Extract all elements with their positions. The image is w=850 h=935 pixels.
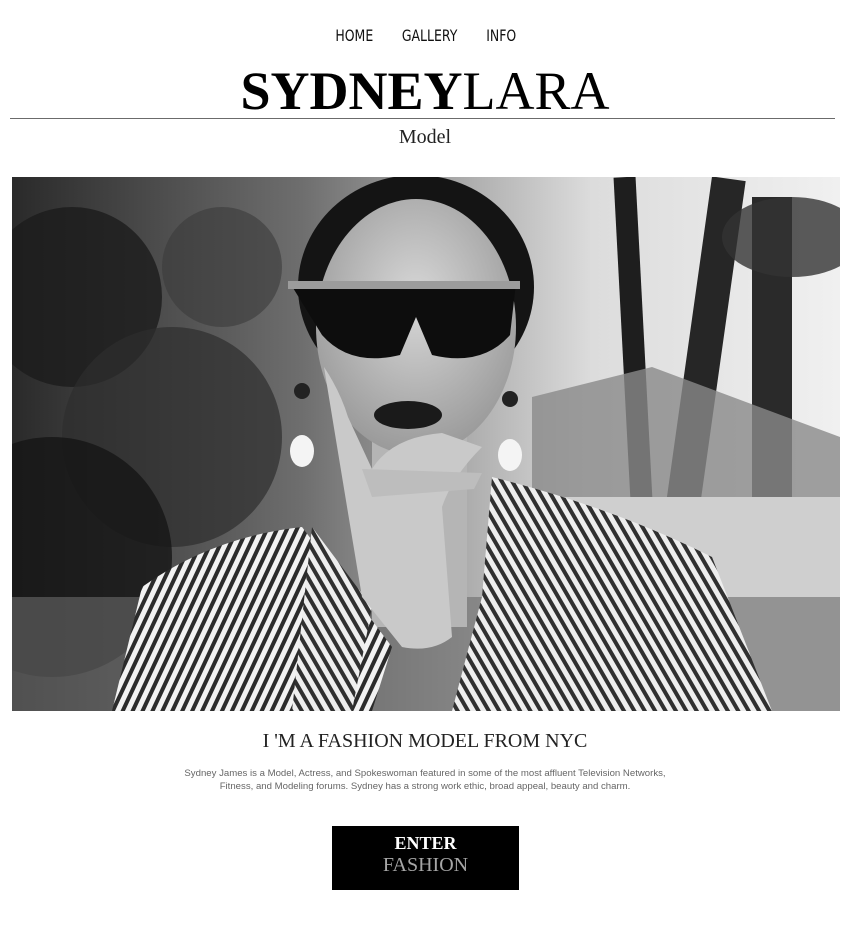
- enter-button-sublabel: FASHION: [382, 854, 469, 876]
- bio-text: Sydney James is a Model, Actress, and Sp…: [140, 767, 710, 793]
- hero-image: [12, 177, 840, 711]
- site-logo[interactable]: SYDNEYLARA: [0, 60, 850, 122]
- nav-info-link[interactable]: INFO: [486, 26, 516, 45]
- header-divider: [10, 118, 835, 119]
- nav-gallery-link[interactable]: GALLERY: [402, 26, 458, 45]
- model-portrait-photo-icon: [12, 177, 840, 711]
- headline: I 'M A FASHION MODEL FROM NYC: [262, 730, 588, 752]
- main-nav: HOME GALLERY INFO: [0, 26, 850, 45]
- enter-button-label: ENTER: [394, 833, 457, 853]
- bio-line-1: Sydney James is a Model, Actress, and Sp…: [184, 768, 666, 779]
- logo-last-name: LARA: [462, 61, 610, 121]
- page-subtitle: Model: [398, 126, 452, 148]
- bio-line-2: Fitness, and Modeling forums. Sydney has…: [219, 781, 631, 792]
- enter-fashion-button[interactable]: ENTER FASHION: [332, 826, 519, 890]
- logo-first-name: SYDNEY: [240, 61, 463, 121]
- nav-home-link[interactable]: HOME: [335, 26, 373, 45]
